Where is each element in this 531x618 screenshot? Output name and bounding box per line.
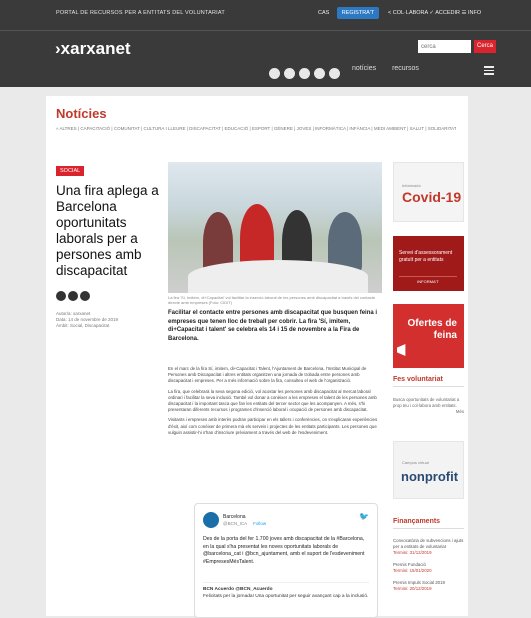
site-tagline: PORTAL DE RECURSOS PER A ENTITATS DEL VO…	[56, 10, 225, 16]
search-input[interactable]	[418, 40, 471, 53]
meta-area: Àmbit: Social, Discapacitat	[56, 323, 110, 328]
covid-label: Informació	[402, 183, 421, 188]
menu-icon[interactable]	[484, 66, 494, 77]
article-title: Una fira aplega a Barcelona oportunitats…	[56, 183, 159, 278]
follow-button[interactable]: Follow	[253, 521, 266, 526]
social-icons	[269, 65, 344, 83]
voluntaris-text: Busca oportunitats de voluntariat a prop…	[393, 397, 464, 415]
main-content: Notícies » ALTRES | CAPACITACIÓ | COMUNI…	[46, 96, 468, 618]
voluntaris-more-link[interactable]: Més	[393, 409, 464, 415]
list-item[interactable]: Premis Impuls Social 2019 Termini: 20/12/…	[393, 580, 464, 592]
financaments-title[interactable]: Finançaments	[393, 518, 464, 529]
facebook-share-icon[interactable]	[56, 291, 66, 301]
tweet-reply: BCN Acuerdo @BCN_Acuerdo Felicitats per …	[203, 582, 369, 600]
financaments-list: Convocatòria de subvencions i ajuts per …	[393, 538, 464, 598]
article-body: En el marc de la fira Sí, imitem, di+Cap…	[168, 366, 382, 436]
article-photo	[168, 162, 382, 293]
site-logo[interactable]: ›xarxanet	[55, 39, 131, 59]
list-item[interactable]: Convocatòria de subvencions i ajuts per …	[393, 538, 464, 556]
top-links[interactable]: < COL·LABORA ✓ ACCEDIR ☰ INFO	[388, 10, 481, 16]
list-item[interactable]: Premis Fundació Termini: 15/01/2020	[393, 562, 464, 574]
tweet-user: Barcelona	[223, 514, 246, 520]
covid-banner[interactable]: Informació Covid-19	[393, 162, 464, 222]
body-paragraph: En el marc de la fira Sí, imitem, di+Cap…	[168, 366, 367, 384]
body-paragraph: Visitants i empreses amb interès podran …	[168, 417, 378, 435]
youtube-icon[interactable]	[314, 68, 325, 80]
photo-caption: La fira 'Sí, Imitem, di+Capacitat' vol f…	[168, 295, 376, 305]
share-icons	[56, 288, 92, 306]
megaphone-icon	[397, 344, 406, 356]
twitter-share-icon[interactable]	[68, 291, 78, 301]
instagram-icon[interactable]	[299, 68, 310, 80]
body-paragraph: La fira, que celebrarà la seva segona ed…	[168, 388, 377, 413]
register-button[interactable]: REGISTRA'T	[337, 7, 379, 19]
nonprofit-label: Campus virtual	[402, 460, 429, 465]
tweet-handle-text: @BCN_ICA	[223, 521, 248, 526]
voluntaris-title[interactable]: Fes voluntariat	[393, 376, 464, 387]
email-share-icon[interactable]	[80, 291, 90, 301]
category-badge[interactable]: SOCIAL	[56, 166, 85, 176]
twitter-icon[interactable]	[284, 68, 295, 80]
voluntaris-desc: Busca oportunitats de voluntariat a prop…	[393, 397, 460, 408]
servei-link[interactable]: INFORMA'T	[399, 276, 457, 284]
nav-recursos[interactable]: recursos	[392, 65, 419, 72]
reply-text: Felicitats per la jornada! Una oportunit…	[203, 593, 369, 599]
language-toggle[interactable]: CAS	[318, 10, 329, 16]
avatar	[203, 512, 219, 528]
rss-icon[interactable]	[329, 68, 340, 80]
nonprofit-logo: nonprofit	[401, 469, 459, 484]
embedded-tweet[interactable]: Barcelona @BCN_ICA Follow 🐦 Des de la por…	[194, 503, 378, 618]
tweet-text: Des de la porta del fer 1.700 joves amb …	[203, 536, 365, 565]
category-tags[interactable]: » ALTRES | CAPACITACIÓ | COMUNITAT | CUL…	[56, 126, 456, 131]
ofertes-title: Ofertes de feina	[407, 318, 457, 341]
article-lead: Facilitar el contacte entre persones amb…	[168, 310, 378, 342]
facebook-icon[interactable]	[269, 68, 280, 80]
nav-noticies[interactable]: notícies	[352, 65, 376, 72]
ofertes-banner[interactable]: Ofertes de feina	[393, 304, 464, 368]
search-button[interactable]: Cerca	[474, 40, 496, 53]
servei-banner[interactable]: Servei d'assessorament gratuït per a ent…	[393, 236, 464, 291]
covid-title: Covid-19	[402, 189, 462, 205]
servei-text: Servei d'assessorament gratuït per a ent…	[399, 250, 453, 263]
article-meta: Autor/a: xarxanet Data: 14 de novembre d…	[56, 311, 118, 329]
twitter-bird-icon: 🐦	[359, 512, 369, 521]
main-nav: notícies recursos	[352, 65, 433, 72]
site-header: ›xarxanet Cerca notícies recursos	[0, 30, 531, 87]
tweet-handle: @BCN_ICA Follow	[223, 521, 266, 526]
section-title: Notícies	[56, 106, 107, 121]
top-bar: PORTAL DE RECURSOS PER A ENTITATS DEL VO…	[0, 0, 531, 30]
nonprofit-banner[interactable]: Campus virtual nonprofit	[393, 441, 464, 499]
